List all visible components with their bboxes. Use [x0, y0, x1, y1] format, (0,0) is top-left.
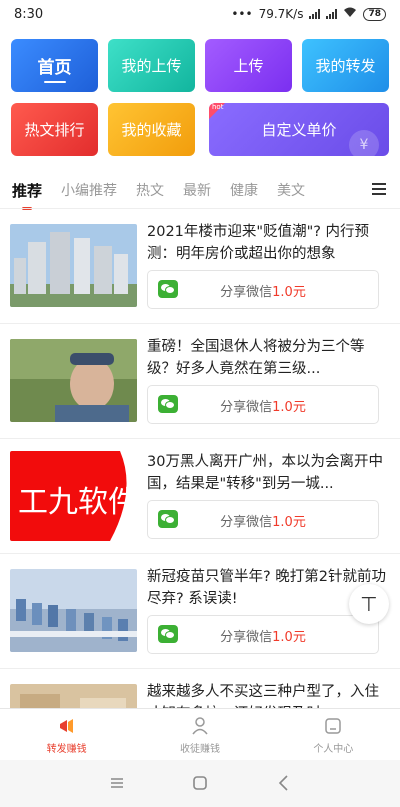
- nav-label: 转发赚钱: [46, 744, 87, 755]
- tile-upload[interactable]: 上传: [205, 39, 292, 92]
- article-item[interactable]: 2021年楼市迎来"贬值潮"? 内行预测：明年房价或超出你的想象 分享微信1.0…: [0, 209, 400, 324]
- share-wechat-button[interactable]: 分享微信1.0元: [147, 270, 379, 309]
- article-item[interactable]: 重磅！全国退休人将被分为三个等级？好多人竟然在第三级... 分享微信1.0元: [0, 324, 400, 439]
- article-title[interactable]: 2021年楼市迎来"贬值潮"? 内行预测：明年房价或超出你的想象: [147, 221, 387, 265]
- nav-profile[interactable]: 个人中心: [267, 709, 400, 761]
- reward-amount: 1.0元: [272, 515, 306, 530]
- article-thumbnail: [10, 569, 137, 652]
- article-thumbnail: 工九软件: [10, 451, 137, 541]
- share-wechat-button[interactable]: 分享微信1.0元: [147, 615, 379, 654]
- tab-essays[interactable]: 美文: [277, 180, 305, 200]
- tab-editor-picks[interactable]: 小编推荐: [61, 180, 117, 200]
- person-icon: [192, 717, 208, 735]
- share-label: 分享微信1.0元: [220, 400, 306, 415]
- back-to-top-button[interactable]: ⊤: [349, 584, 389, 624]
- nav-forward-earn[interactable]: 转发赚钱: [0, 709, 133, 761]
- nav-label: 个人中心: [313, 744, 354, 755]
- reward-amount: 1.0元: [272, 400, 306, 415]
- share-label: 分享微信1.0元: [220, 630, 306, 645]
- article-thumbnail: [10, 339, 137, 422]
- watermark-text: 工九软件: [18, 485, 137, 520]
- tile-custom-price-label: 自定义单价: [261, 121, 337, 139]
- tile-custom-price[interactable]: hot 自定义单价 ¥: [209, 103, 389, 156]
- menu-icon[interactable]: [372, 183, 386, 195]
- tile-my-uploads[interactable]: 我的上传: [108, 39, 195, 92]
- tile-upload-label: 上传: [233, 57, 264, 75]
- share-wechat-button[interactable]: 分享微信1.0元: [147, 500, 379, 539]
- tab-health[interactable]: 健康: [230, 180, 258, 200]
- status-right: ••• 79.7K/s 78: [231, 7, 386, 21]
- tab-hot[interactable]: 热文: [136, 180, 164, 200]
- nav-label: 收徒赚钱: [179, 744, 220, 755]
- signal-icon-2: [326, 9, 338, 19]
- tab-recommend[interactable]: 推荐: [12, 180, 42, 210]
- share-label: 分享微信1.0元: [220, 515, 306, 530]
- share-wechat-button[interactable]: 分享微信1.0元: [147, 385, 379, 424]
- reward-amount: 1.0元: [272, 285, 306, 300]
- nav-recruit-earn[interactable]: 收徒赚钱: [133, 709, 266, 761]
- system-nav-bar: [0, 760, 400, 807]
- yen-coin-icon: ¥: [349, 130, 379, 156]
- wifi-icon: [343, 7, 357, 21]
- megaphone-icon: [59, 719, 73, 733]
- article-item[interactable]: 新冠疫苗只管半年? 晚打第2针就前功尽弃? 系误读! 分享微信1.0元: [0, 554, 400, 669]
- article-thumbnail: [10, 224, 137, 307]
- article-item[interactable]: 工九软件 30万黑人离开广州，本以为会离开中国，结果是"转移"到另一城... 分…: [0, 439, 400, 554]
- tile-my-favorites[interactable]: 我的收藏: [108, 103, 195, 156]
- share-label: 分享微信1.0元: [220, 285, 306, 300]
- tile-hot-ranking-label: 热文排行: [24, 121, 85, 139]
- back-icon[interactable]: [273, 772, 295, 794]
- article-title[interactable]: 30万黑人离开广州，本以为会离开中国，结果是"转移"到另一城...: [147, 451, 387, 495]
- status-time: 8:30: [14, 7, 44, 22]
- reward-amount: 1.0元: [272, 630, 306, 645]
- hot-badge: hot: [209, 103, 225, 119]
- article-title[interactable]: 重磅！全国退休人将被分为三个等级？好多人竟然在第三级...: [147, 336, 387, 380]
- tile-my-forwards-label: 我的转发: [315, 57, 376, 75]
- tab-latest[interactable]: 最新: [183, 180, 211, 200]
- category-tabs: 推荐 小编推荐 热文 最新 健康 美文: [0, 172, 400, 210]
- recent-apps-icon[interactable]: [106, 772, 128, 794]
- signal-icon: [309, 9, 321, 19]
- tile-my-uploads-label: 我的上传: [121, 57, 182, 75]
- bottom-nav: 转发赚钱 收徒赚钱 个人中心: [0, 708, 400, 761]
- status-dots: •••: [231, 7, 253, 21]
- tile-my-favorites-label: 我的收藏: [121, 121, 182, 139]
- tile-home[interactable]: 首页: [11, 39, 98, 92]
- battery-icon: 78: [363, 7, 386, 21]
- tile-my-forwards[interactable]: 我的转发: [302, 39, 389, 92]
- tile-home-label: 首页: [37, 58, 72, 78]
- profile-icon: [325, 718, 342, 734]
- network-speed: 79.7K/s: [258, 7, 304, 21]
- status-bar: 8:30 ••• 79.7K/s 78: [0, 0, 400, 30]
- home-icon[interactable]: [189, 772, 211, 794]
- tile-hot-ranking[interactable]: 热文排行: [11, 103, 98, 156]
